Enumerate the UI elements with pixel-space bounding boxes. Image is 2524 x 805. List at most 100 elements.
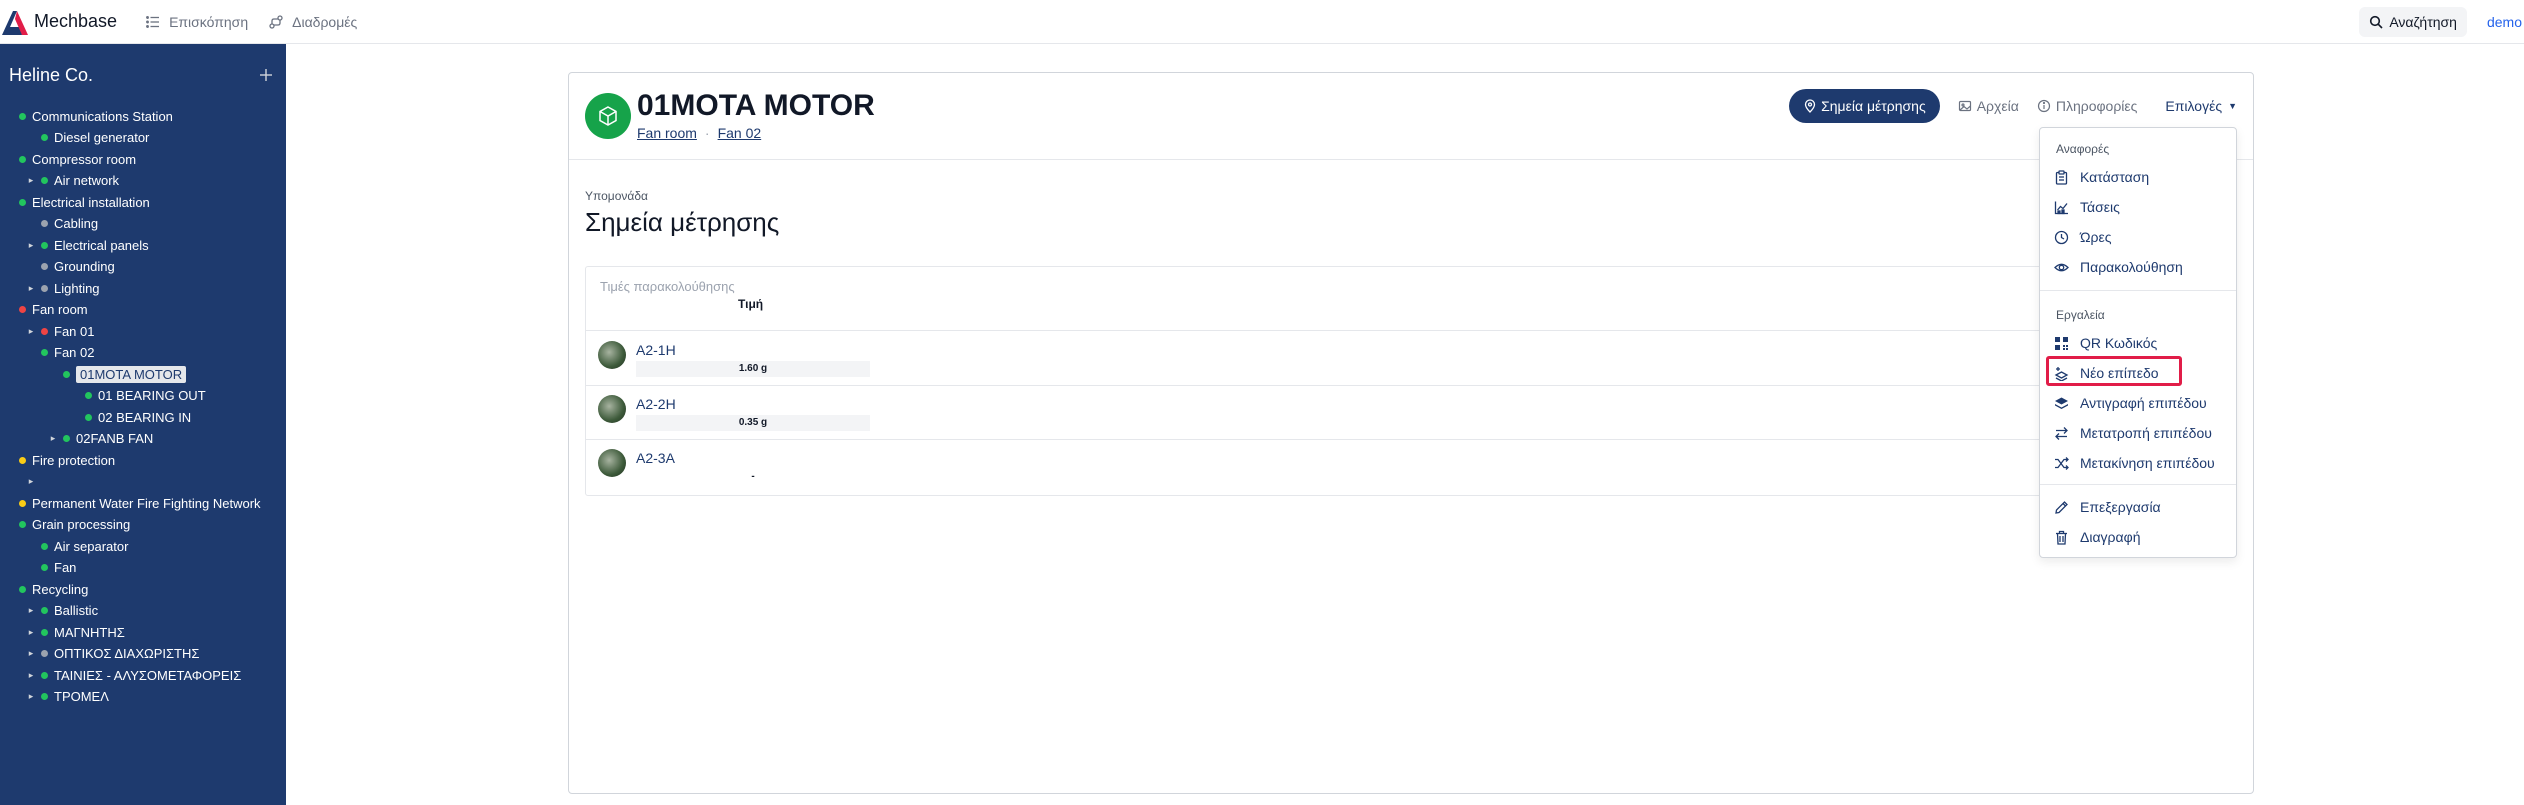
status-dot [19, 155, 26, 163]
menu-item-delete[interactable]: Διαγραφή [2054, 524, 2226, 550]
qr-code-icon [2055, 336, 2068, 350]
nav-routes[interactable]: Διαδρομές [268, 14, 357, 30]
tree-item-label: 02FANB FAN [76, 431, 154, 446]
measurement-points-button[interactable]: Σημεία μέτρησης [1789, 89, 1940, 123]
expand-caret-icon[interactable]: ▸ [26, 605, 36, 616]
breadcrumb-fan-room[interactable]: Fan room [637, 125, 697, 141]
status-dot [19, 112, 26, 120]
menu-divider [2040, 484, 2236, 485]
status-dot [85, 392, 92, 399]
top-bar: Mechbase Επισκόπηση Διαδρομές Αναζήτηση … [0, 0, 2524, 44]
layers-icon [2055, 397, 2068, 409]
expand-caret-icon[interactable]: ▸ [26, 175, 36, 186]
tree-item[interactable]: Air separator [26, 536, 128, 556]
files-button[interactable]: Αρχεία [1958, 98, 2019, 114]
status-dot [41, 327, 48, 335]
tree-item-label: Fan room [32, 302, 88, 317]
tree-item-label: Cabling [54, 216, 99, 231]
tree-item[interactable]: Cabling [26, 214, 98, 234]
status-dot [19, 198, 26, 206]
user-menu[interactable]: demo [2487, 14, 2522, 30]
tree-item[interactable]: 02 BEARING IN [70, 407, 191, 427]
tree-item[interactable]: Grounding [26, 257, 115, 277]
add-icon[interactable] [258, 67, 274, 83]
tools-group-label: Εργαλεία [2056, 308, 2105, 322]
expand-caret-icon[interactable]: ▸ [26, 240, 36, 251]
tree-item[interactable]: ▸ ΤΑΙΝΙΕΣ - ΑΛΥΣΟΜΕΤΑΦΟΡΕΙΣ [26, 665, 242, 685]
expand-caret-icon[interactable]: ▸ [26, 648, 36, 659]
menu-item-trends[interactable]: Τάσεις [2054, 194, 2226, 220]
tree-item[interactable]: ▸ ΜΑΓΝΗΤΗΣ [26, 622, 125, 642]
tree-item[interactable]: ▸ [26, 472, 36, 492]
nav-overview[interactable]: Επισκόπηση [145, 14, 248, 30]
asset-title: 01MOTA MOTOR [637, 89, 875, 122]
menu-item-status[interactable]: Κατάσταση [2054, 164, 2226, 190]
tree-item[interactable]: Recycling [4, 579, 88, 599]
breadcrumb-fan-02[interactable]: Fan 02 [718, 125, 762, 141]
tree-item[interactable]: Permanent Water Fire Fighting Network [4, 493, 261, 513]
menu-item-edit[interactable]: Επεξεργασία [2054, 494, 2226, 520]
tree-item[interactable]: ▸ ΟΠΤΙΚΟΣ ΔΙΑΧΩΡΙΣΤΗΣ [26, 644, 200, 664]
menu-item-qr-code[interactable]: QR Κωδικός [2054, 330, 2226, 356]
tree-item[interactable]: Fire protection [4, 450, 115, 470]
status-dot [63, 370, 70, 378]
table-row[interactable]: A2-1H 1.60 g [586, 332, 2236, 386]
expand-caret-icon[interactable]: ▸ [26, 691, 36, 702]
status-dot [41, 542, 48, 550]
search-button[interactable]: Αναζήτηση [2359, 7, 2467, 37]
tree-item-label: Fire protection [32, 452, 116, 468]
options-dropdown-button[interactable]: Επιλογές ▼ [2165, 98, 2237, 114]
tree-item[interactable]: 01 BEARING OUT [70, 386, 206, 406]
expand-caret-icon[interactable]: ▸ [48, 433, 58, 444]
map-pin-icon [1804, 99, 1816, 113]
menu-item-move-level[interactable]: Μετακίνηση επιπέδου [2054, 450, 2226, 476]
menu-item-convert-level[interactable]: Μετατροπή επιπέδου [2054, 420, 2226, 446]
tree-item[interactable]: ▸ ΤΡΟΜΕΛ [26, 687, 109, 707]
chart-icon [2054, 201, 2068, 214]
menu-item-label: Μετατροπή επιπέδου [2080, 425, 2212, 441]
measurement-point-name[interactable]: A2-2H [636, 396, 676, 412]
tree-item-label: ΟΠΤΙΚΟΣ ΔΙΑΧΩΡΙΣΤΗΣ [54, 646, 200, 661]
menu-item-monitoring[interactable]: Παρακολούθηση [2054, 254, 2226, 280]
tree-item[interactable]: ▸ 02FANB FAN [48, 429, 154, 449]
tree-item[interactable]: Fan 02 [26, 343, 94, 363]
measurement-point-name[interactable]: A2-3A [636, 450, 675, 466]
tree-item[interactable]: Communications Station [4, 106, 173, 126]
menu-item-label: Παρακολούθηση [2080, 259, 2183, 275]
tree-item[interactable]: ▸ Lighting [26, 278, 100, 298]
tree-item[interactable]: ▸ Electrical panels [26, 235, 149, 255]
nav-routes-label: Διαδρομές [292, 13, 358, 30]
tree-item[interactable]: 01MOTA MOTOR [48, 364, 187, 384]
expand-caret-icon[interactable]: ▸ [26, 476, 36, 487]
tree-item[interactable]: ▸ Air network [26, 171, 119, 191]
tree-item[interactable]: Diesel generator [26, 128, 149, 148]
status-dot [41, 564, 48, 571]
asset-header: 01MOTA MOTOR Fan room · Fan 02 Σημεία μέ… [569, 73, 2253, 160]
clock-icon [2054, 230, 2069, 244]
expand-caret-icon[interactable]: ▸ [26, 627, 36, 638]
menu-item-label: Κατάσταση [2080, 169, 2150, 185]
table-row[interactable]: A2-3A - [586, 440, 2236, 494]
status-dot [41, 284, 48, 292]
expand-caret-icon[interactable]: ▸ [26, 670, 36, 681]
expand-caret-icon[interactable]: ▸ [26, 283, 36, 294]
status-dot [41, 650, 48, 657]
menu-item-copy-level[interactable]: Αντιγραφή επιπέδου [2054, 390, 2226, 416]
menu-item-hours[interactable]: Ώρες [2054, 224, 2226, 250]
tree-item[interactable]: Compressor room [4, 149, 136, 169]
tree-item[interactable]: Fan room [4, 300, 88, 320]
measurement-point-value: 0.35 g [636, 415, 870, 431]
tree-item[interactable]: Grain processing [4, 515, 130, 535]
measurement-point-name[interactable]: A2-1H [636, 342, 676, 358]
brand[interactable]: Mechbase [0, 0, 117, 44]
tree-item[interactable]: ▸ Fan 01 [26, 321, 95, 341]
tree-item[interactable]: Fan [26, 558, 76, 578]
tree-item[interactable]: ▸ Ballistic [26, 601, 98, 621]
monitoring-values-header: Τιμές παρακολούθησης [600, 279, 735, 294]
expand-caret-icon[interactable]: ▸ [26, 326, 36, 337]
files-label: Αρχεία [1976, 98, 2019, 114]
tree-item[interactable]: Electrical installation [4, 192, 150, 212]
tree-item-label: Air separator [54, 538, 129, 554]
table-row[interactable]: A2-2H 0.35 g [586, 386, 2236, 440]
info-button[interactable]: Πληροφορίες [2037, 98, 2137, 114]
